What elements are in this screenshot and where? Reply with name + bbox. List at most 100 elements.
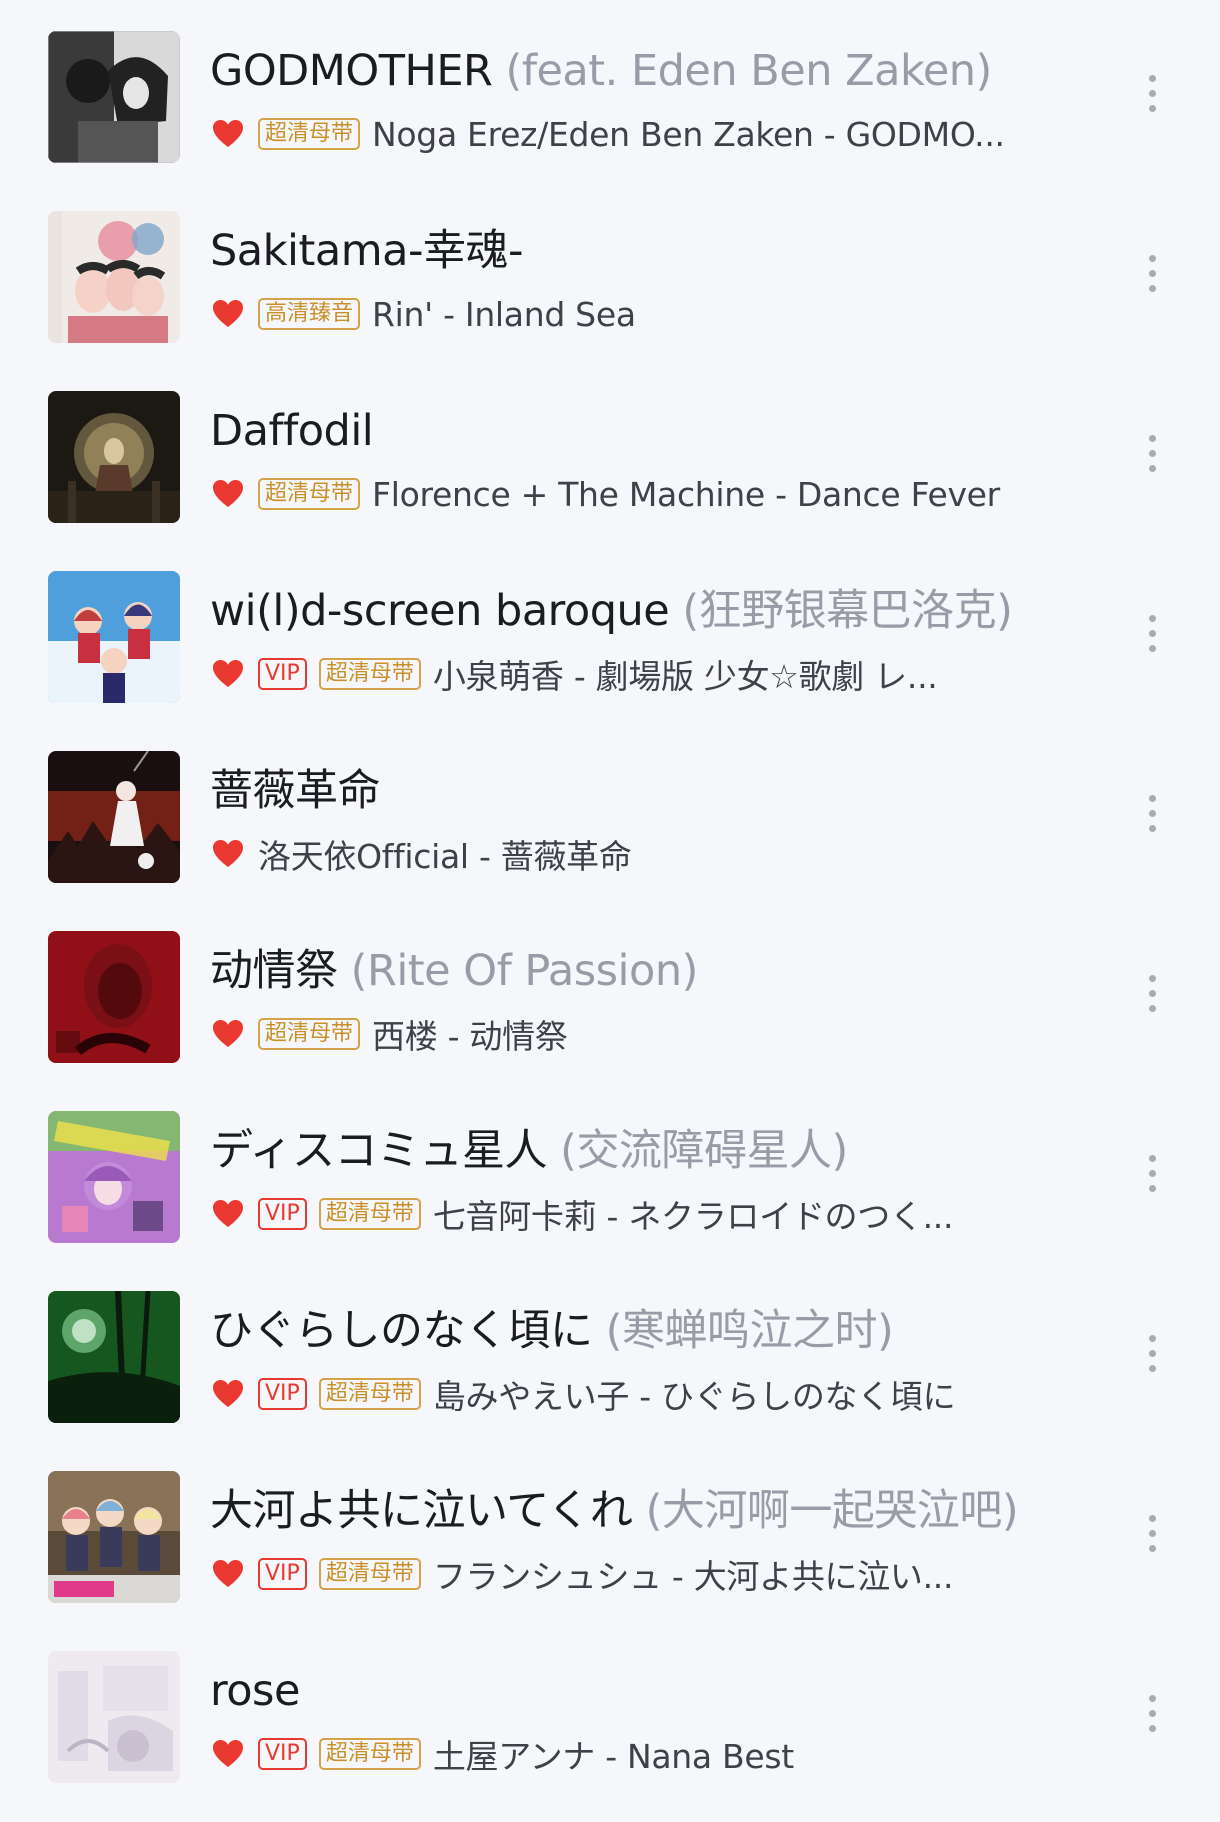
song-title[interactable]: Sakitama-幸魂- <box>210 222 1110 280</box>
song-row[interactable]: Sakitama-幸魂- 高清臻音 Rin' - Inland Sea <box>0 180 1220 360</box>
album-cover[interactable] <box>48 391 180 523</box>
heart-icon[interactable] <box>212 839 244 869</box>
more-vertical-icon[interactable] <box>1144 1335 1160 1379</box>
quality-tag: 超清母带 <box>258 478 361 510</box>
song-title-main: rose <box>210 1666 300 1716</box>
song-row[interactable]: Daffodil 超清母带 Florence + The Machine - D… <box>0 360 1220 540</box>
album-cover[interactable] <box>48 1111 180 1243</box>
song-row[interactable]: 动情祭 (Rite Of Passion) 超清母带 西楼 - 动情祭 <box>0 900 1220 1080</box>
heart-icon[interactable] <box>212 479 244 509</box>
song-title-alt: (Rite Of Passion) <box>337 946 699 996</box>
vip-tag: VIP <box>258 1198 307 1230</box>
song-title[interactable]: GODMOTHER (feat. Eden Ben Zaken) <box>210 42 1110 100</box>
more-vertical-icon[interactable] <box>1144 435 1160 479</box>
song-title-main: 蔷薇革命 <box>210 766 381 816</box>
quality-tag: 超清母带 <box>318 1198 421 1230</box>
more-vertical-icon[interactable] <box>1144 1155 1160 1199</box>
heart-icon[interactable] <box>212 1199 244 1229</box>
song-meta: 洛天依Official - 蔷薇革命 <box>212 832 632 876</box>
heart-icon[interactable] <box>212 119 244 149</box>
song-meta: VIP 超清母带 島みやえい子 - ひぐらしのなく頃に <box>212 1372 956 1416</box>
song-meta: 超清母带 Florence + The Machine - Dance Feve… <box>212 472 1000 516</box>
more-vertical-icon[interactable] <box>1144 1695 1160 1739</box>
song-title-alt: (feat. Eden Ben Zaken) <box>492 46 993 96</box>
heart-icon[interactable] <box>212 1559 244 1589</box>
song-meta: 高清臻音 Rin' - Inland Sea <box>212 292 636 336</box>
song-title[interactable]: 蔷薇革命 <box>210 762 1110 820</box>
song-title[interactable]: rose <box>210 1662 1110 1720</box>
vip-tag: VIP <box>258 1558 307 1590</box>
song-title-main: ひぐらしのなく頃に <box>210 1306 593 1356</box>
album-cover[interactable] <box>48 751 180 883</box>
song-meta: VIP 超清母带 フランシュシュ - 大河よ共に泣い... <box>212 1552 953 1596</box>
quality-tag: 超清母带 <box>258 1018 361 1050</box>
song-row[interactable]: ディスコミュ星人 (交流障碍星人) VIP 超清母带 七音阿卡莉 - ネクラロイ… <box>0 1080 1220 1260</box>
heart-icon[interactable] <box>212 659 244 689</box>
more-vertical-icon[interactable] <box>1144 1515 1160 1559</box>
song-title-main: wi(l)d-screen baroque <box>210 586 670 636</box>
song-row[interactable]: ひぐらしのなく頃に (寒蝉鸣泣之时) VIP 超清母带 島みやえい子 - ひぐら… <box>0 1260 1220 1440</box>
quality-tag: 高清臻音 <box>258 298 361 330</box>
album-cover[interactable] <box>48 1291 180 1423</box>
song-row[interactable]: GODMOTHER (feat. Eden Ben Zaken) 超清母带 No… <box>0 0 1220 180</box>
vip-tag: VIP <box>258 1738 307 1770</box>
more-vertical-icon[interactable] <box>1144 255 1160 299</box>
song-title-alt: (寒蝉鸣泣之时) <box>592 1306 894 1356</box>
more-vertical-icon[interactable] <box>1144 795 1160 839</box>
song-title[interactable]: wi(l)d-screen baroque (狂野银幕巴洛克) <box>210 582 1110 640</box>
song-title-alt: (交流障碍星人) <box>547 1126 848 1176</box>
song-title[interactable]: ひぐらしのなく頃に (寒蝉鸣泣之时) <box>210 1302 1110 1360</box>
artist-album: Noga Erez/Eden Ben Zaken - GODMO... <box>372 114 1005 154</box>
quality-tag: 超清母带 <box>258 118 361 150</box>
album-cover[interactable] <box>48 1471 180 1603</box>
song-title-main: 大河よ共に泣いてくれ <box>210 1486 633 1536</box>
vip-tag: VIP <box>258 1378 307 1410</box>
song-title[interactable]: ディスコミュ星人 (交流障碍星人) <box>210 1122 1110 1180</box>
song-meta: VIP 超清母带 七音阿卡莉 - ネクラロイドのつく... <box>212 1192 953 1236</box>
song-title[interactable]: 大河よ共に泣いてくれ (大河啊一起哭泣吧) <box>210 1482 1110 1540</box>
more-vertical-icon[interactable] <box>1144 75 1160 119</box>
song-title-main: ディスコミュ星人 <box>210 1126 548 1176</box>
quality-tag: 超清母带 <box>318 658 421 690</box>
album-cover[interactable] <box>48 1651 180 1783</box>
song-row[interactable]: rose VIP 超清母带 土屋アンナ - Nana Best <box>0 1620 1220 1800</box>
album-cover[interactable] <box>48 31 180 163</box>
song-row[interactable]: 大河よ共に泣いてくれ (大河啊一起哭泣吧) VIP 超清母带 フランシュシュ -… <box>0 1440 1220 1620</box>
song-title-main: GODMOTHER <box>210 46 493 96</box>
song-meta: 超清母带 Noga Erez/Eden Ben Zaken - GODMO... <box>212 112 1005 156</box>
album-cover[interactable] <box>48 931 180 1063</box>
heart-icon[interactable] <box>212 1379 244 1409</box>
album-cover[interactable] <box>48 571 180 703</box>
heart-icon[interactable] <box>212 1019 244 1049</box>
heart-icon[interactable] <box>212 299 244 329</box>
song-title-main: Sakitama-幸魂- <box>210 226 523 276</box>
artist-album: Rin' - Inland Sea <box>372 294 636 334</box>
artist-album: 七音阿卡莉 - ネクラロイドのつく... <box>432 1197 954 1236</box>
more-vertical-icon[interactable] <box>1144 975 1160 1019</box>
vip-tag: VIP <box>258 658 307 690</box>
song-title[interactable]: Daffodil <box>210 402 1110 460</box>
song-meta: VIP 超清母带 小泉萌香 - 劇場版 少女☆歌劇 レ... <box>212 652 938 696</box>
artist-album: 西楼 - 动情祭 <box>372 1017 568 1056</box>
song-row[interactable]: 蔷薇革命 洛天依Official - 蔷薇革命 <box>0 720 1220 900</box>
song-title[interactable]: 动情祭 (Rite Of Passion) <box>210 942 1110 1000</box>
artist-album: 島みやえい子 - ひぐらしのなく頃に <box>432 1377 956 1416</box>
album-cover[interactable] <box>48 211 180 343</box>
song-title-main: Daffodil <box>210 406 374 456</box>
song-row[interactable]: wi(l)d-screen baroque (狂野银幕巴洛克) VIP 超清母带… <box>0 540 1220 720</box>
artist-album: 洛天依Official - 蔷薇革命 <box>258 837 632 876</box>
more-vertical-icon[interactable] <box>1144 615 1160 659</box>
song-meta: 超清母带 西楼 - 动情祭 <box>212 1012 568 1056</box>
artist-album: Florence + The Machine - Dance Fever <box>372 474 1000 514</box>
song-title-main: 动情祭 <box>210 946 338 996</box>
artist-album: 土屋アンナ - Nana Best <box>432 1737 794 1776</box>
song-meta: VIP 超清母带 土屋アンナ - Nana Best <box>212 1732 794 1776</box>
quality-tag: 超清母带 <box>318 1738 421 1770</box>
artist-album: フランシュシュ - 大河よ共に泣い... <box>432 1557 954 1596</box>
quality-tag: 超清母带 <box>318 1378 421 1410</box>
song-list: GODMOTHER (feat. Eden Ben Zaken) 超清母带 No… <box>0 0 1220 1822</box>
heart-icon[interactable] <box>212 1739 244 1769</box>
artist-album: 小泉萌香 - 劇場版 少女☆歌劇 レ... <box>432 657 938 696</box>
song-title-alt: (狂野银幕巴洛克) <box>669 586 1013 636</box>
quality-tag: 超清母带 <box>318 1558 421 1590</box>
